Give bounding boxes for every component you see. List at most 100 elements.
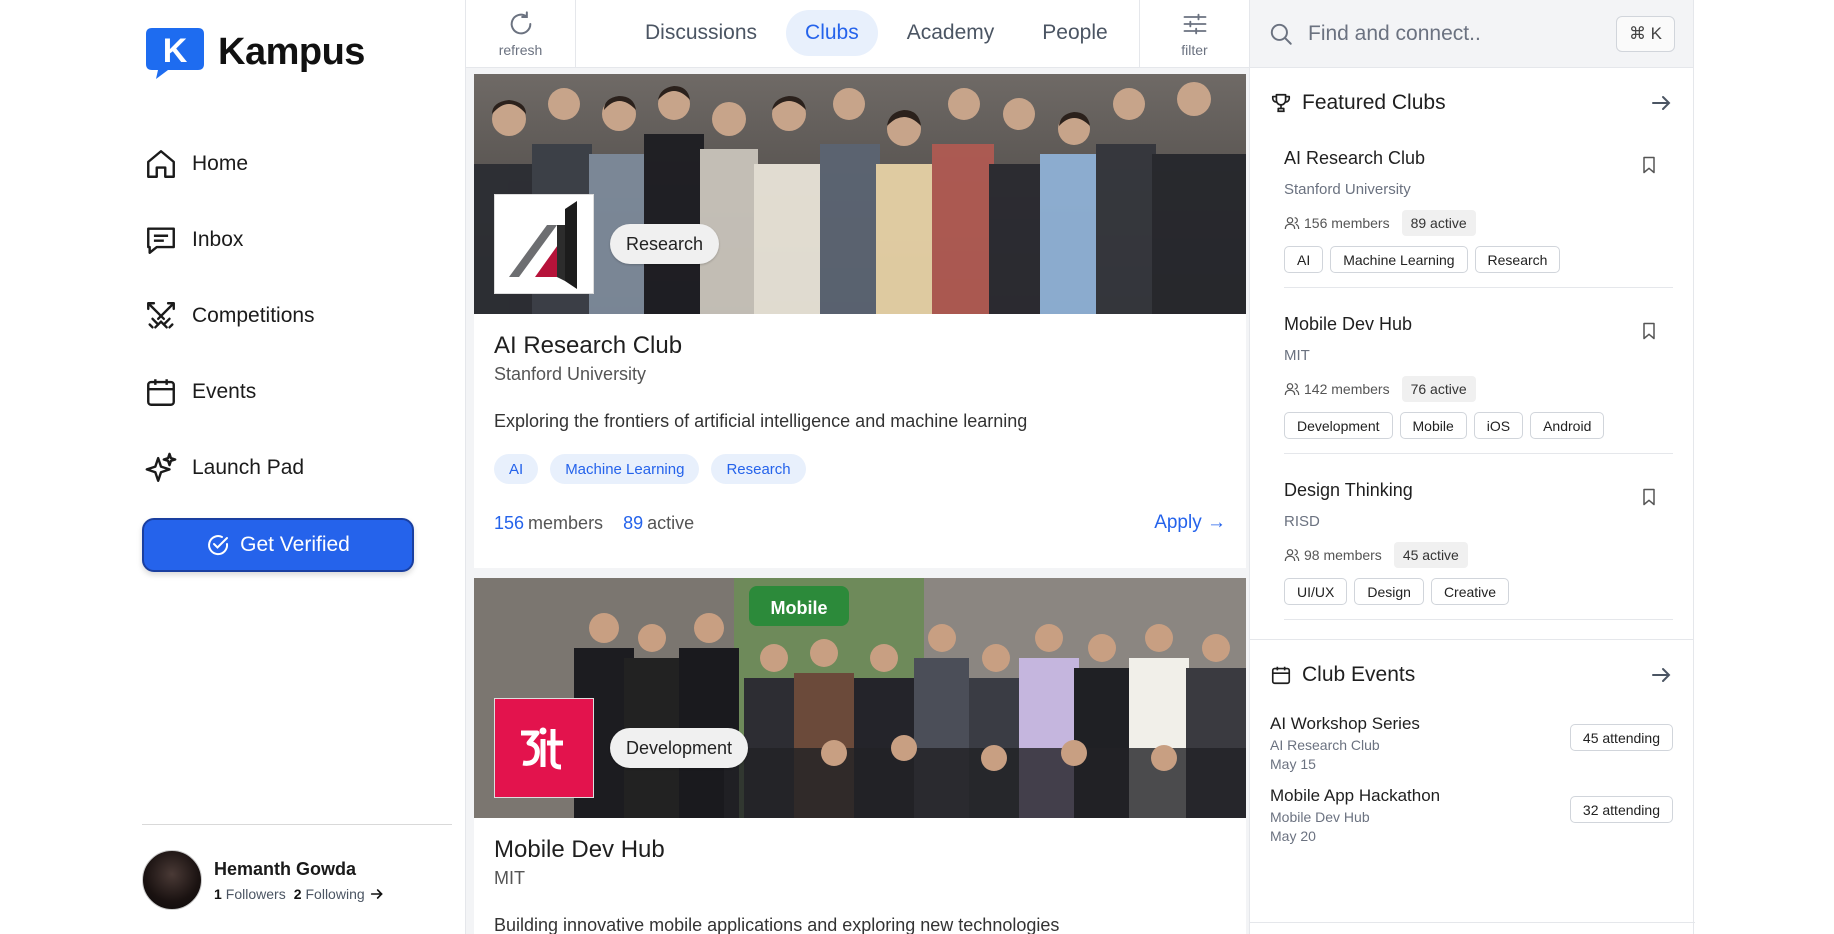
event-item[interactable]: Mobile App Hackathon Mobile Dev Hub May …	[1270, 782, 1673, 854]
filter-button[interactable]: filter	[1139, 0, 1249, 68]
club-events-header: Club Events	[1250, 640, 1693, 710]
swords-icon	[147, 302, 175, 329]
tag-chip[interactable]: Machine Learning	[550, 454, 700, 484]
users-icon	[1284, 383, 1300, 396]
club-title[interactable]: Mobile Dev Hub	[494, 836, 1226, 864]
club-university: Stanford University	[494, 364, 647, 384]
following-link[interactable]: Following	[306, 886, 365, 902]
tag-chip[interactable]: Research	[711, 454, 806, 484]
tag-chip[interactable]: AI	[1284, 246, 1324, 273]
nav-item-competitions[interactable]: Competitions	[144, 278, 315, 354]
club-stats: 156 members 89 active Apply →	[494, 512, 1226, 534]
club-logo	[494, 194, 594, 294]
following-count: 2	[293, 885, 302, 902]
nav-label-launch-pad: Launch Pad	[192, 456, 305, 479]
tag-chip[interactable]: Mobile	[1399, 412, 1467, 439]
club-description: Building innovative mobile applications …	[494, 915, 1060, 934]
category-badge: Development	[610, 728, 749, 768]
brand-logo[interactable]: K Kampus	[144, 24, 365, 80]
active-count: 89	[623, 512, 644, 533]
kampus-logo-icon: K	[144, 24, 208, 80]
logo-letter: K	[163, 32, 188, 70]
nav-item-events[interactable]: Events	[144, 354, 315, 430]
tab-discussions[interactable]: Discussions	[626, 10, 776, 56]
tag-chip[interactable]: Creative	[1430, 578, 1510, 605]
tag-chip[interactable]: Development	[1284, 412, 1393, 439]
tab-clubs[interactable]: Clubs	[786, 10, 878, 56]
bookmark-icon[interactable]	[1639, 154, 1659, 176]
nav-item-launch-pad[interactable]: Launch Pad	[144, 430, 315, 506]
nav-label-events: Events	[192, 380, 257, 403]
refresh-button[interactable]: refresh	[466, 0, 576, 68]
get-verified-button[interactable]: Get Verified	[142, 518, 414, 572]
sidebar-divider	[142, 824, 452, 825]
event-item[interactable]: AI Workshop Series AI Research Club May …	[1270, 710, 1673, 782]
featured-clubs-header: Featured Clubs	[1250, 68, 1693, 138]
tag-chip[interactable]: AI	[494, 454, 539, 484]
bookmark-icon[interactable]	[1639, 486, 1659, 508]
bookmark-icon[interactable]	[1639, 320, 1659, 342]
tag-chip[interactable]: iOS	[1473, 412, 1524, 439]
members-label: members	[528, 512, 604, 533]
avatar[interactable]	[142, 850, 202, 910]
featured-club-name[interactable]: Design Thinking	[1284, 480, 1673, 501]
featured-club-active: 76 active	[1401, 376, 1476, 402]
club-card[interactable]: Research AI Research Club Stanford Unive…	[474, 74, 1246, 568]
sliders-icon	[1183, 13, 1206, 35]
tag-chip[interactable]: UI/UX	[1284, 578, 1348, 605]
search-bar: ⌘ K	[1250, 0, 1693, 68]
tab-people[interactable]: People	[1023, 10, 1126, 56]
home-icon	[147, 150, 175, 178]
nav-item-home[interactable]: Home	[144, 126, 315, 202]
attending-badge: 45 attending	[1569, 724, 1673, 751]
featured-club-tags: Development Mobile iOS Android	[1284, 412, 1673, 439]
arrow-right-icon[interactable]	[1649, 91, 1673, 115]
nav-item-inbox[interactable]: Inbox	[144, 202, 315, 278]
arrow-right-icon[interactable]	[369, 886, 385, 902]
featured-club-item[interactable]: Design Thinking RISD 98 members 45 activ…	[1284, 454, 1673, 620]
section-divider	[1250, 620, 1693, 640]
club-logo	[494, 698, 594, 798]
tag-chip[interactable]: Research	[1474, 246, 1561, 273]
featured-club-university: Stanford University	[1284, 181, 1411, 198]
tag-chip[interactable]: Android	[1530, 412, 1605, 439]
featured-club-stats: 142 members 76 active	[1284, 376, 1673, 402]
club-card[interactable]: Mobile Development Mobile Dev Hub MIT Bu…	[474, 578, 1246, 934]
users-icon	[1284, 217, 1300, 230]
featured-club-members: 98 members	[1304, 547, 1382, 563]
search-input[interactable]	[1308, 21, 1578, 46]
nav-label-competitions: Competitions	[192, 304, 315, 327]
event-date: May 15	[1270, 756, 1316, 772]
calendar-icon	[1271, 666, 1291, 685]
club-events-title: Club Events	[1302, 663, 1416, 686]
tab-academy[interactable]: Academy	[888, 10, 1014, 56]
right-panel: ⌘ K Featured Clubs AI Research Club Stan…	[1249, 0, 1695, 934]
profile-info: Hemanth Gowda 1 Followers 2 Following	[214, 859, 385, 902]
arrow-right-icon[interactable]	[1649, 663, 1673, 687]
user-profile[interactable]: Hemanth Gowda 1 Followers 2 Following	[142, 850, 385, 910]
users-icon	[1284, 549, 1300, 562]
get-verified-label: Get Verified	[240, 533, 350, 556]
profile-name: Hemanth Gowda	[214, 858, 357, 879]
featured-club-item[interactable]: AI Research Club Stanford University 156…	[1284, 138, 1673, 288]
featured-club-name[interactable]: Mobile Dev Hub	[1284, 314, 1673, 335]
featured-club-stats: 98 members 45 active	[1284, 542, 1673, 568]
followers-link[interactable]: Followers	[226, 886, 286, 902]
apply-button[interactable]: Apply →	[1154, 512, 1226, 534]
featured-club-members: 156 members	[1304, 215, 1390, 231]
followers-count: 1	[214, 885, 222, 902]
featured-club-university: MIT	[1284, 347, 1310, 364]
ai-logo-icon	[509, 201, 577, 289]
members-count: 156	[494, 512, 525, 533]
featured-club-name[interactable]: AI Research Club	[1284, 148, 1673, 169]
top-tabs-bar: refresh Discussions Clubs Academy People…	[466, 0, 1249, 68]
nav-label-home: Home	[192, 152, 249, 175]
tag-chip[interactable]: Design	[1354, 578, 1424, 605]
featured-club-active: 89 active	[1401, 210, 1476, 236]
club-banner: Research	[474, 74, 1246, 314]
check-circle-icon	[208, 535, 229, 556]
club-title[interactable]: AI Research Club	[494, 332, 1226, 360]
tag-chip[interactable]: Machine Learning	[1330, 246, 1468, 273]
event-date: May 20	[1270, 828, 1316, 844]
featured-club-item[interactable]: Mobile Dev Hub MIT 142 members 76 active…	[1284, 288, 1673, 454]
